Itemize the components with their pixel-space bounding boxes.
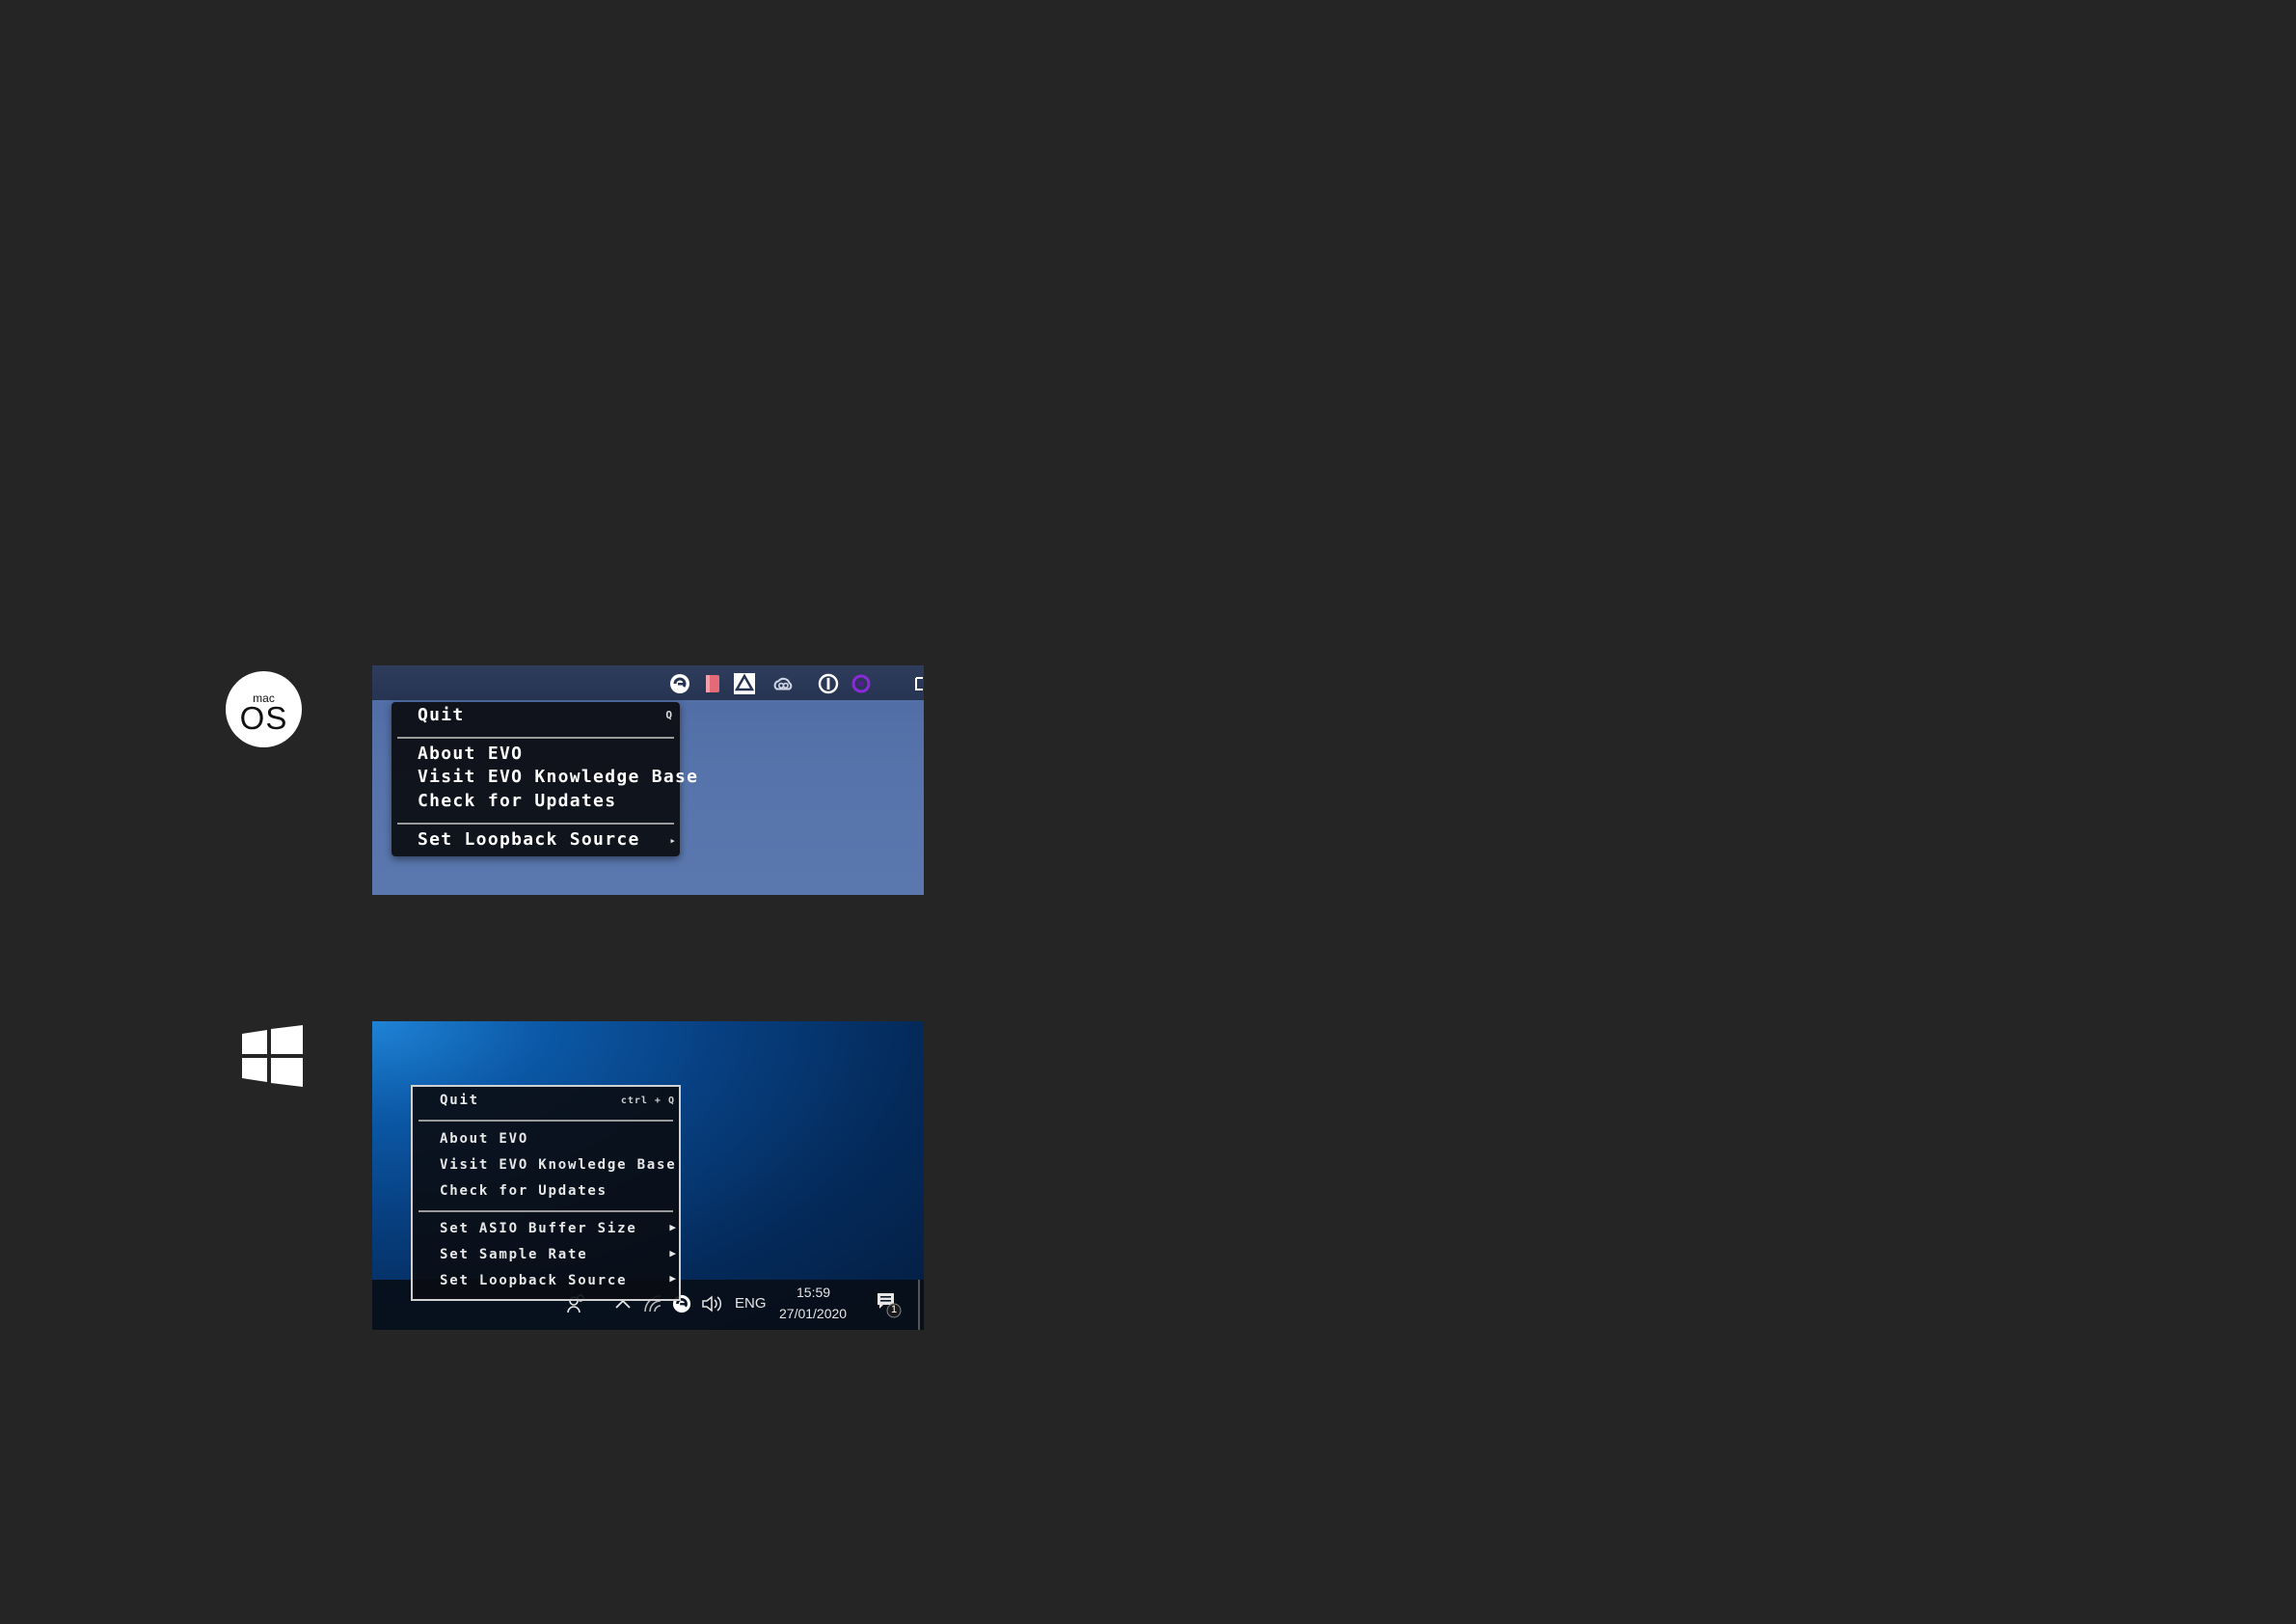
partial-battery-icon (912, 672, 924, 695)
submenu-arrow-icon: ▶ (669, 1221, 676, 1233)
sample-rate-menu-item[interactable]: Set Sample Rate (440, 1247, 587, 1262)
notification-count: 1 (891, 1304, 898, 1315)
macos-menu-bar (372, 665, 924, 700)
check-updates-menu-item[interactable]: Check for Updates (440, 1183, 608, 1199)
menu-separator (397, 737, 674, 739)
info-icon[interactable] (817, 672, 840, 695)
submenu-arrow-icon: ▶ (669, 1247, 676, 1259)
submenu-arrow-icon: ▶ (669, 1272, 676, 1285)
volume-icon[interactable] (700, 1291, 723, 1316)
quit-shortcut: ctrl + Q (620, 1096, 675, 1106)
knowledge-base-menu-item[interactable]: Visit EVO Knowledge Base (418, 767, 698, 787)
loopback-source-menu-item[interactable]: Set Loopback Source (418, 829, 640, 850)
show-desktop-divider[interactable] (918, 1280, 920, 1330)
macos-context-menu: Quit Q About EVO Visit EVO Knowledge Bas… (392, 702, 697, 856)
evo-icon[interactable] (668, 672, 691, 695)
windows-logo (242, 1025, 303, 1087)
creative-cloud-icon[interactable] (771, 672, 795, 695)
notification-icon[interactable]: 1 (874, 1291, 905, 1318)
menu-separator (397, 823, 674, 825)
clock-date[interactable]: 27/01/2020 (779, 1306, 847, 1321)
knowledge-base-menu-item[interactable]: Visit EVO Knowledge Base (440, 1157, 677, 1173)
loopback-source-menu-item[interactable]: Set Loopback Source (440, 1273, 627, 1288)
windows-screenshot: ENG 15:59 27/01/2020 1 Quit ctrl + Q Abo… (372, 1021, 924, 1330)
about-menu-item[interactable]: About EVO (440, 1131, 528, 1147)
macos-logo: mac OS (226, 671, 302, 747)
language-indicator[interactable]: ENG (735, 1295, 767, 1312)
clock-time[interactable]: 15:59 (797, 1285, 830, 1300)
purple-sync-icon[interactable] (850, 672, 873, 695)
quit-menu-item[interactable]: Quit (440, 1093, 479, 1108)
menu-separator (419, 1120, 673, 1122)
macos-logo-big-text: OS (239, 699, 288, 736)
macos-screenshot: Quit Q About EVO Visit EVO Knowledge Bas… (372, 665, 924, 895)
menu-separator (419, 1210, 673, 1212)
red-app-icon[interactable] (701, 672, 724, 695)
asio-buffer-menu-item[interactable]: Set ASIO Buffer Size (440, 1221, 637, 1236)
about-menu-item[interactable]: About EVO (418, 744, 523, 764)
check-updates-menu-item[interactable]: Check for Updates (418, 791, 616, 811)
drive-icon[interactable] (733, 672, 756, 695)
quit-shortcut: Q (665, 709, 672, 721)
quit-menu-item[interactable]: Quit (418, 705, 465, 725)
windows-context-menu: Quit ctrl + Q About EVO Visit EVO Knowle… (411, 1085, 681, 1301)
submenu-arrow-icon: ▸ (669, 834, 676, 847)
